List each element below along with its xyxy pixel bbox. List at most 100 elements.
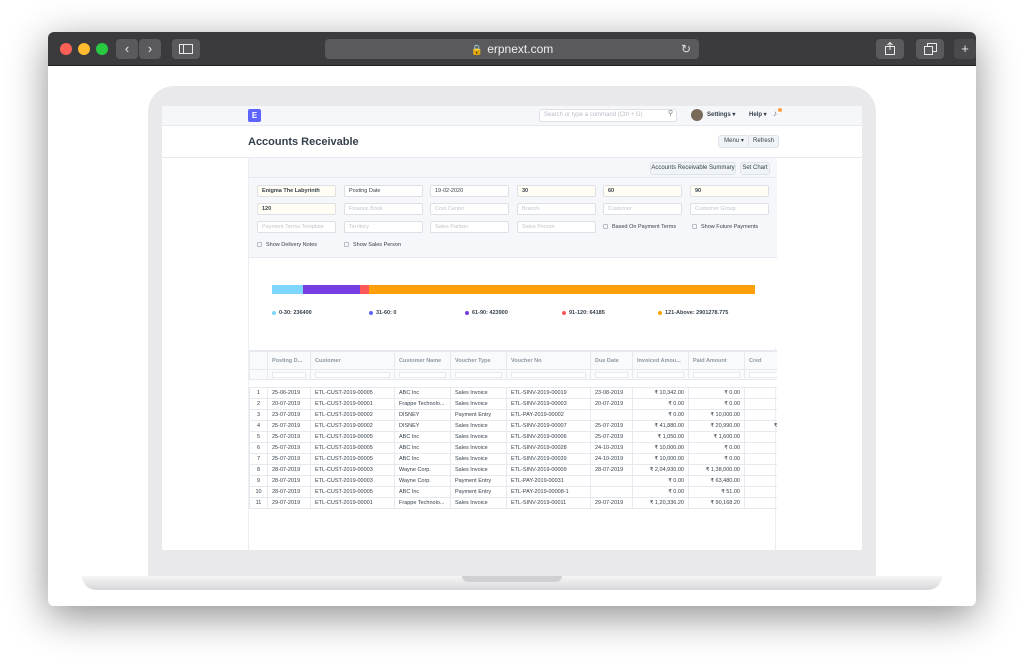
column-filter-input[interactable]	[272, 371, 306, 378]
show-sales-person-checkbox[interactable]: Show Sales Person	[344, 242, 401, 248]
table-cell: ₹ 0.00	[688, 398, 745, 410]
table-row[interactable]: 2 20-07-2019 ETL-CUST-2019-00001 Frappe Tec…	[249, 398, 777, 410]
column-header[interactable]: Voucher Type	[450, 351, 507, 370]
column-header[interactable]: Voucher No	[506, 351, 591, 370]
table-row[interactable]: 11 29-07-2019 ETL-CUST-2019-00001 Frappe Te…	[249, 497, 777, 509]
column-filter-input[interactable]	[511, 371, 586, 378]
share-button[interactable]	[876, 39, 904, 59]
forward-button[interactable]: ›	[139, 39, 161, 59]
range2-field[interactable]: 60	[603, 185, 682, 197]
column-filter-input[interactable]	[595, 371, 628, 378]
show-delivery-notes-checkbox[interactable]: Show Delivery Notes	[257, 242, 317, 248]
table-cell: ₹ 90,168.20	[688, 497, 745, 509]
accounts-receivable-summary-button[interactable]: Accounts Receivable Summary	[650, 162, 736, 175]
set-chart-button[interactable]: Set Chart	[740, 162, 770, 175]
sales-partner-field[interactable]: Sales Partner	[430, 221, 509, 233]
table-row[interactable]: 1 25-06-2019 ETL-CUST-2019-00005 ABC Inc Sal…	[249, 387, 777, 399]
plus-icon: +	[961, 41, 969, 56]
table-cell: Frappe Technolo...	[394, 398, 451, 410]
table-row[interactable]: 4 25-07-2019 ETL-CUST-2019-00002 DISNEY Sale…	[249, 420, 777, 432]
close-window-button[interactable]	[60, 43, 72, 55]
bar-segment-61-90[interactable]	[303, 285, 360, 294]
table-cell: ₹ 51.00	[688, 486, 745, 498]
branch-field[interactable]: Branch	[517, 203, 596, 215]
column-filter-input[interactable]	[749, 371, 777, 378]
settings-dropdown[interactable]: Settings ▾	[707, 111, 735, 118]
table-cell: Sales Invoice	[450, 387, 507, 399]
legend-label: 91-120: 64185	[569, 310, 605, 316]
awesome-bar-input[interactable]: Search or type a command (Ctrl + G)	[539, 109, 677, 122]
table-row[interactable]: 3 23-07-2019 ETL-CUST-2019-00002 DISNEY Paym…	[249, 409, 777, 421]
column-header[interactable]: Customer Name	[394, 351, 451, 370]
table-body: 1 25-06-2019 ETL-CUST-2019-00005 ABC Inc Sal…	[249, 369, 777, 509]
table-cell: ₹ 20,990.00	[688, 420, 745, 432]
cost-center-field[interactable]: Cost Center	[430, 203, 509, 215]
back-button[interactable]: ‹	[116, 39, 138, 59]
column-header[interactable]: Invoiced Amou...	[632, 351, 689, 370]
column-header[interactable]: Cred	[744, 351, 777, 370]
bar-segment-121-Above[interactable]	[368, 285, 755, 294]
table-cell: 8	[249, 464, 268, 476]
table-cell: Payment Entry	[450, 475, 507, 487]
range4-field[interactable]: 120	[257, 203, 336, 215]
based-on-payment-terms-checkbox[interactable]: Based On Payment Terms	[603, 224, 676, 230]
bar-segment-0-30[interactable]	[272, 285, 304, 294]
help-dropdown[interactable]: Help ▾	[749, 111, 767, 118]
table-row[interactable]: 6 25-07-2019 ETL-CUST-2019-00005 ABC Inc Sal…	[249, 442, 777, 454]
finance-book-field[interactable]: Finance Book	[344, 203, 423, 215]
payment-terms-template-field[interactable]: Payment Terms Template	[257, 221, 336, 233]
show-tabs-button[interactable]	[916, 39, 944, 59]
table-cell: ₹ 2	[744, 398, 777, 410]
menu-button[interactable]: Menu ▾	[718, 135, 750, 148]
column-filter-input[interactable]	[399, 371, 446, 378]
table-cell: Payment Entry	[450, 486, 507, 498]
avatar[interactable]	[691, 109, 703, 121]
bar-segment-91-120[interactable]	[359, 285, 369, 294]
sales-person-field[interactable]: Sales Person	[517, 221, 596, 233]
column-header[interactable]: Customer	[310, 351, 395, 370]
legend-item: 61-90: 423900	[465, 310, 508, 316]
table-row[interactable]: 7 25-07-2019 ETL-CUST-2019-00005 ABC Inc Sal…	[249, 453, 777, 465]
table-row[interactable]: 8 28-07-2019 ETL-CUST-2019-00003 Wayne Corp…	[249, 464, 777, 476]
column-filter-input[interactable]	[637, 371, 684, 378]
table-cell	[744, 387, 777, 399]
table-row[interactable]: 9 28-07-2019 ETL-CUST-2019-00003 Wayne Corp…	[249, 475, 777, 487]
show-future-payments-checkbox[interactable]: Show Future Payments	[692, 224, 758, 230]
table-cell: ETL-CUST-2019-00002	[310, 420, 395, 432]
table-cell: Sales Invoice	[450, 442, 507, 454]
new-tab-button[interactable]: +	[954, 39, 976, 59]
table-cell: ETL-PAY-2019-00031	[506, 475, 591, 487]
column-filter-input[interactable]	[455, 371, 502, 378]
table-row[interactable]: 10 28-07-2019 ETL-CUST-2019-00005 ABC Inc Pa…	[249, 486, 777, 498]
lock-icon: 🔒	[470, 45, 484, 56]
table-cell	[744, 431, 777, 443]
ageing-based-on-select[interactable]: Posting Date	[344, 185, 423, 197]
minimize-window-button[interactable]	[78, 43, 90, 55]
table-row[interactable]: 5 25-07-2019 ETL-CUST-2019-00005 ABC Inc Sal…	[249, 431, 777, 443]
sidebar-toggle-button[interactable]	[172, 39, 200, 59]
legend-dot-icon	[272, 310, 276, 315]
customer-field[interactable]: Customer	[603, 203, 682, 215]
column-header[interactable]	[249, 351, 268, 370]
refresh-button[interactable]: Refresh	[748, 135, 779, 148]
report-date-field[interactable]: 19-02-2020	[430, 185, 509, 197]
app-logo[interactable]: E	[248, 109, 261, 122]
column-header[interactable]: Posting D...	[267, 351, 311, 370]
table-cell: 24-10-2019	[590, 453, 633, 465]
range3-field[interactable]: 90	[690, 185, 769, 197]
range1-field[interactable]: 30	[517, 185, 596, 197]
reload-icon[interactable]: ↻	[681, 39, 691, 59]
table-cell: ₹ 41,880.00	[632, 420, 689, 432]
table-cell: ETL-CUST-2019-00002	[310, 409, 395, 421]
maximize-window-button[interactable]	[96, 43, 108, 55]
column-header[interactable]: Due Date	[590, 351, 633, 370]
bell-icon[interactable]: ♪	[773, 109, 777, 118]
address-bar[interactable]: 🔒 erpnext.com ↻	[325, 39, 699, 59]
column-filter-input[interactable]	[693, 371, 740, 378]
company-field[interactable]: Enigma The Labyrinth	[257, 185, 336, 197]
territory-field[interactable]: Territory	[344, 221, 423, 233]
customer-group-field[interactable]: Customer Group	[690, 203, 769, 215]
column-header[interactable]: Paid Amount	[688, 351, 745, 370]
chevron-right-icon: ›	[147, 41, 153, 56]
column-filter-input[interactable]	[315, 371, 390, 378]
